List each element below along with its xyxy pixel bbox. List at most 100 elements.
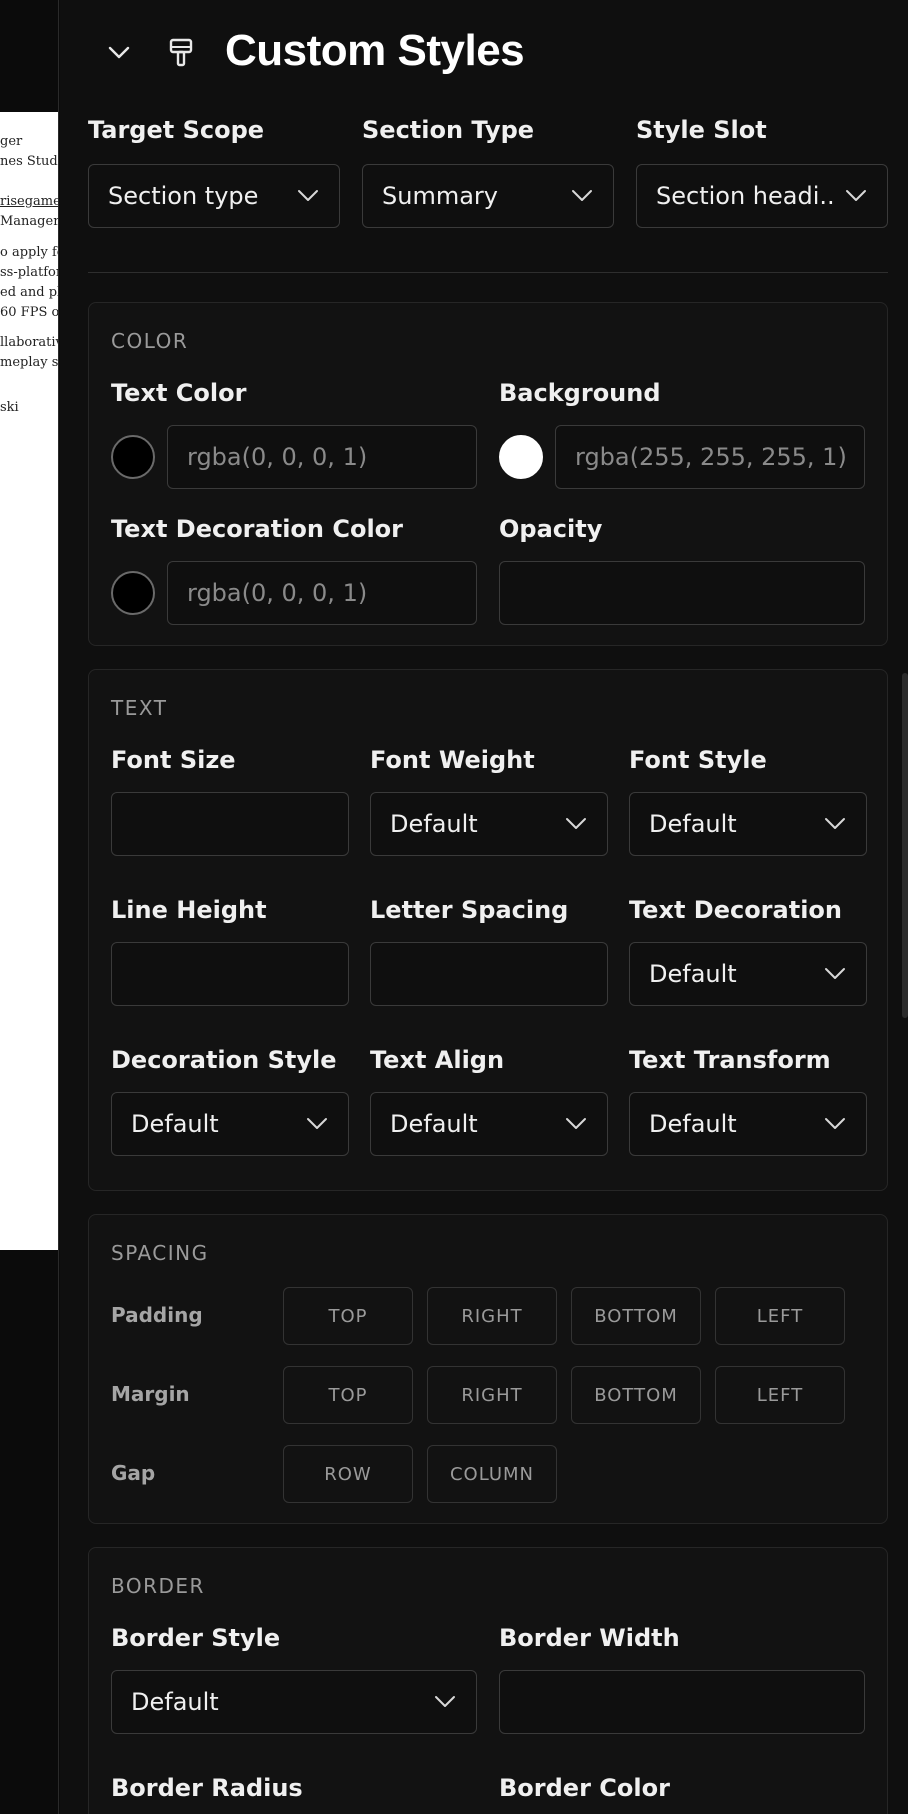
doc-line: Manager, xyxy=(0,214,58,229)
border-color-label: Border Color xyxy=(499,1774,670,1802)
spacing-card: SPACING Padding TOP RIGHT BOTTOM LEFT Ma… xyxy=(88,1214,888,1524)
target-scope-select[interactable]: Section type xyxy=(88,164,340,228)
border-section-title: BORDER xyxy=(111,1574,205,1598)
chevron-down-icon xyxy=(825,968,845,979)
doc-line: ss-platfor xyxy=(0,265,58,280)
border-radius-label: Border Radius xyxy=(111,1774,303,1802)
line-height-input[interactable] xyxy=(111,942,349,1006)
border-width-label: Border Width xyxy=(499,1624,680,1652)
decoration-color-label: Text Decoration Color xyxy=(111,515,403,543)
target-scope-label: Target Scope xyxy=(88,116,265,144)
doc-line: 60 FPS on xyxy=(0,305,58,320)
chevron-down-icon xyxy=(566,818,586,829)
select-value: Section headi... xyxy=(656,182,836,210)
font-weight-select[interactable]: Default xyxy=(370,792,608,856)
section-type-select[interactable]: Summary xyxy=(362,164,614,228)
select-value: Default xyxy=(649,1110,737,1138)
doc-line: llaborativ xyxy=(0,335,58,350)
text-transform-label: Text Transform xyxy=(629,1046,831,1074)
color-card: COLOR Text Color rgba(0, 0, 0, 1) Backgr… xyxy=(88,302,888,646)
spacing-section-title: SPACING xyxy=(111,1241,209,1265)
opacity-input[interactable] xyxy=(499,561,865,625)
padding-top-input[interactable]: TOP xyxy=(283,1287,413,1345)
chevron-down-icon xyxy=(566,1118,586,1129)
chevron-down-icon xyxy=(307,1118,327,1129)
select-value: Section type xyxy=(108,182,259,210)
margin-top-input[interactable]: TOP xyxy=(283,1366,413,1424)
paint-brush-icon xyxy=(166,38,196,68)
text-decoration-select[interactable]: Default xyxy=(629,942,867,1006)
font-style-select[interactable]: Default xyxy=(629,792,867,856)
doc-link[interactable]: risegames xyxy=(0,194,58,209)
chevron-down-icon xyxy=(825,1118,845,1129)
margin-left-input[interactable]: LEFT xyxy=(715,1366,845,1424)
background-label: Background xyxy=(499,379,661,407)
text-color-input[interactable]: rgba(0, 0, 0, 1) xyxy=(167,425,477,489)
custom-styles-panel: Custom Styles Target Scope Section type … xyxy=(60,0,908,1814)
style-slot-select[interactable]: Section headi... xyxy=(636,164,888,228)
text-card: TEXT Font Size Font Weight Default Font … xyxy=(88,669,888,1191)
panel-header: Custom Styles xyxy=(60,0,908,110)
doc-line: ed and pla xyxy=(0,285,58,300)
input-placeholder: rgba(0, 0, 0, 1) xyxy=(187,443,368,471)
border-style-select[interactable]: Default xyxy=(111,1670,477,1734)
decoration-color-swatch[interactable] xyxy=(111,571,155,615)
decoration-style-select[interactable]: Default xyxy=(111,1092,349,1156)
document-page: ger nes Studio risegames Manager, o appl… xyxy=(0,112,58,1250)
scrollbar-thumb[interactable] xyxy=(902,673,908,1018)
chevron-down-icon xyxy=(825,818,845,829)
border-style-label: Border Style xyxy=(111,1624,281,1652)
chevron-down-icon xyxy=(298,190,318,201)
margin-bottom-input[interactable]: BOTTOM xyxy=(571,1366,701,1424)
padding-right-input[interactable]: RIGHT xyxy=(427,1287,557,1345)
letter-spacing-label: Letter Spacing xyxy=(370,896,569,924)
font-size-input[interactable] xyxy=(111,792,349,856)
collapse-button[interactable] xyxy=(104,38,134,68)
section-type-label: Section Type xyxy=(362,116,535,144)
doc-line: ski xyxy=(0,400,19,415)
select-value: Default xyxy=(390,1110,478,1138)
background-input[interactable]: rgba(255, 255, 255, 1) xyxy=(555,425,865,489)
text-transform-select[interactable]: Default xyxy=(629,1092,867,1156)
chevron-down-icon xyxy=(108,46,130,59)
font-weight-label: Font Weight xyxy=(370,746,535,774)
padding-left-input[interactable]: LEFT xyxy=(715,1287,845,1345)
font-style-label: Font Style xyxy=(629,746,767,774)
letter-spacing-input[interactable] xyxy=(370,942,608,1006)
select-value: Default xyxy=(390,810,478,838)
text-color-swatch[interactable] xyxy=(111,435,155,479)
select-value: Summary xyxy=(382,182,498,210)
text-section-title: TEXT xyxy=(111,696,168,720)
doc-line: nes Studio xyxy=(0,154,58,169)
font-size-label: Font Size xyxy=(111,746,236,774)
line-height-label: Line Height xyxy=(111,896,267,924)
border-width-input[interactable] xyxy=(499,1670,865,1734)
select-value: Default xyxy=(649,960,737,988)
page-title: Custom Styles xyxy=(225,26,525,75)
decoration-color-input[interactable]: rgba(0, 0, 0, 1) xyxy=(167,561,477,625)
gap-row-input[interactable]: ROW xyxy=(283,1445,413,1503)
chevron-down-icon xyxy=(572,190,592,201)
margin-right-input[interactable]: RIGHT xyxy=(427,1366,557,1424)
gap-label: Gap xyxy=(111,1461,156,1485)
input-placeholder: rgba(255, 255, 255, 1) xyxy=(575,443,847,471)
doc-line: meplay sy xyxy=(0,355,58,370)
opacity-label: Opacity xyxy=(499,515,603,543)
text-align-select[interactable]: Default xyxy=(370,1092,608,1156)
select-value: Default xyxy=(131,1110,219,1138)
margin-label: Margin xyxy=(111,1382,190,1406)
chevron-down-icon xyxy=(846,190,866,201)
doc-line: ger xyxy=(0,134,23,149)
gap-column-input[interactable]: COLUMN xyxy=(427,1445,557,1503)
text-decoration-label: Text Decoration xyxy=(629,896,842,924)
chevron-down-icon xyxy=(435,1696,455,1707)
padding-bottom-input[interactable]: BOTTOM xyxy=(571,1287,701,1345)
color-section-title: COLOR xyxy=(111,329,189,353)
background-swatch[interactable] xyxy=(499,435,543,479)
doc-line: o apply fo xyxy=(0,245,58,260)
padding-label: Padding xyxy=(111,1303,203,1327)
document-preview: ger nes Studio risegames Manager, o appl… xyxy=(0,0,59,1814)
select-value: Default xyxy=(649,810,737,838)
divider xyxy=(88,272,888,273)
input-placeholder: rgba(0, 0, 0, 1) xyxy=(187,579,368,607)
